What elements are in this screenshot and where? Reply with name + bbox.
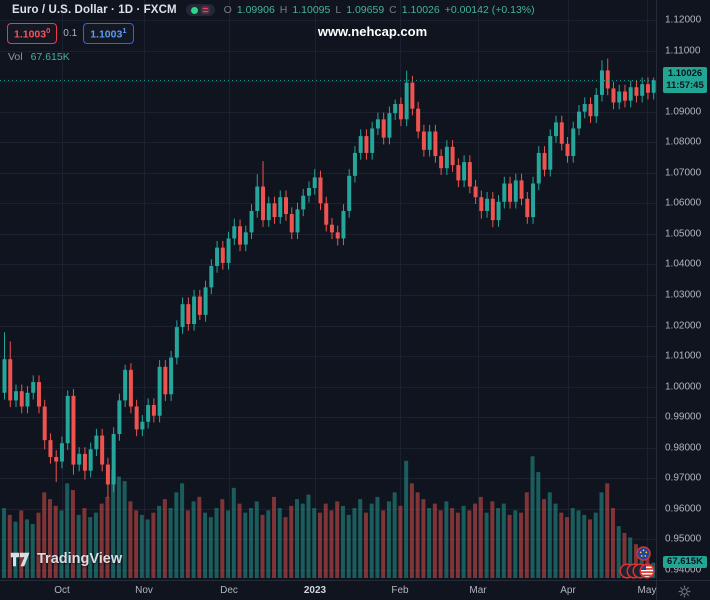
bid-ask-row: 1.10030 0.1 1.10031 — [7, 23, 134, 44]
price-axis-label: 0.99000 — [665, 411, 702, 423]
buy-button[interactable]: 1.10031 — [83, 23, 134, 44]
price-axis-label: 1.05000 — [665, 228, 702, 240]
price-axis-label: 0.95000 — [665, 533, 702, 545]
price-axis-label: 1.07000 — [665, 167, 702, 179]
symbol-title[interactable]: Euro / U.S. Dollar · 1D · FXCM — [12, 4, 177, 16]
tradingview-chart-window: www.nehcap.com Euro / U.S. Dollar · 1D ·… — [0, 0, 710, 600]
volume-label: Vol — [8, 51, 23, 63]
axis-corner — [656, 580, 710, 600]
price-axis-label: 0.96000 — [665, 503, 702, 515]
hot-list-icon — [200, 6, 210, 14]
time-axis-label: Apr — [560, 585, 576, 596]
price-axis-label: 1.11000 — [665, 45, 701, 57]
time-axis-label: Feb — [391, 585, 409, 596]
volume-value: 67.615K — [30, 51, 70, 63]
price-axis-label: 1.06000 — [665, 197, 702, 209]
open-value: 1.09906 — [236, 4, 275, 16]
last-price-value: 1.10026 — [667, 68, 703, 80]
close-value: 1.10026 — [401, 4, 440, 16]
spread-value: 0.1 — [63, 27, 78, 39]
source-toggle[interactable] — [185, 4, 215, 16]
time-axis-label: 2023 — [303, 585, 327, 596]
price-axis-label: 1.12000 — [665, 14, 702, 26]
chart-background — [0, 0, 656, 580]
time-axis[interactable]: Oct Nov Dec 2023 Feb Mar Apr May — [0, 580, 656, 600]
sell-button[interactable]: 1.10030 — [7, 23, 58, 44]
price-axis-label: 1.00000 — [665, 381, 702, 393]
price-axis-label: 1.03000 — [665, 289, 702, 301]
time-axis-label: Mar — [469, 585, 487, 596]
price-axis-label: 1.09000 — [665, 106, 702, 118]
us-event-icon-cluster[interactable] — [619, 563, 655, 584]
high-label: H — [279, 4, 288, 16]
ohlc-readout: O 1.09906 H 1.10095 L 1.09659 C 1.10026 … — [224, 4, 535, 16]
close-label: C — [389, 4, 397, 16]
watermark: www.nehcap.com — [317, 24, 428, 39]
time-axis-label: Nov — [135, 585, 153, 596]
market-open-icon — [190, 6, 198, 14]
price-axis-label: 0.98000 — [665, 442, 702, 454]
price-axis[interactable]: 1.120001.110001.100001.090001.080001.070… — [656, 0, 710, 580]
last-price-tag: 1.10026 11:57:45 — [663, 67, 707, 94]
volume-indicator-row[interactable]: Vol 67.615K — [8, 51, 70, 63]
low-label: L — [335, 4, 342, 16]
low-value: 1.09659 — [346, 4, 385, 16]
time-axis-label: May — [637, 585, 657, 596]
price-axis-label: 1.02000 — [665, 320, 702, 332]
price-axis-label: 1.08000 — [665, 136, 702, 148]
gear-icon[interactable] — [678, 585, 691, 598]
bar-countdown: 11:57:45 — [666, 80, 704, 92]
chart-header: Euro / U.S. Dollar · 1D · FXCM O 1.09906… — [12, 4, 535, 16]
price-axis-label: 0.97000 — [665, 472, 702, 484]
time-axis-label: Oct — [54, 585, 70, 596]
tradingview-logo-icon — [10, 552, 30, 566]
candlestick-chart-canvas[interactable] — [0, 0, 656, 580]
price-axis-label: 1.01000 — [665, 350, 702, 362]
open-label: O — [223, 4, 232, 16]
time-axis-label: Dec — [220, 585, 238, 596]
change-value: +0.00142 (+0.13%) — [444, 4, 535, 16]
tradingview-logo-text: TradingView — [37, 551, 123, 567]
high-value: 1.10095 — [292, 4, 331, 16]
tradingview-logo[interactable]: TradingView — [10, 551, 122, 567]
price-axis-label: 1.04000 — [665, 258, 702, 270]
last-volume-tag: 67.615K — [663, 555, 707, 568]
